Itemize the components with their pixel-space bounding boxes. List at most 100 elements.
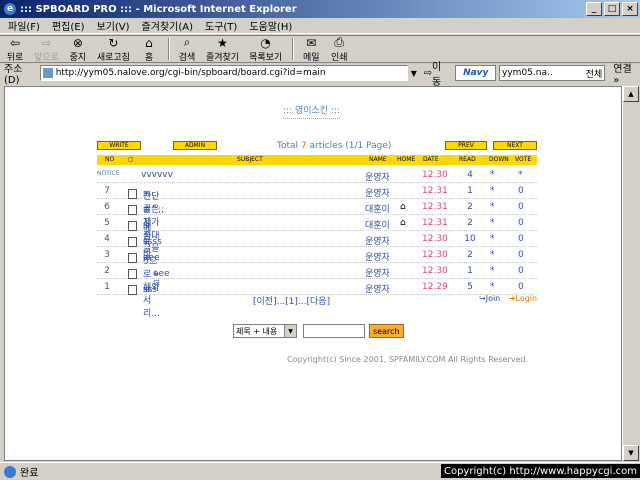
search-row: 제목 + 내용 ▼ search: [233, 324, 404, 338]
header-subject: SUBJECT: [237, 156, 263, 163]
pagination[interactable]: [이전]...[1]...[다음]: [253, 294, 330, 307]
document-icon: [128, 189, 137, 199]
vertical-scrollbar[interactable]: ▲ ▼: [622, 86, 639, 461]
table-row[interactable]: 3 ⊞ eee 운영자 12.30 2 * 0: [97, 247, 537, 263]
address-url: http://yym05.nalove.org/cgi-bin/spboard/…: [55, 68, 326, 78]
write-button[interactable]: WRITE: [97, 141, 141, 150]
window-title: ::: SPBOARD PRO ::: - Microsoft Internet…: [20, 3, 297, 15]
board-title: ::: 영이스킨 :::: [283, 103, 341, 119]
links-button[interactable]: 연결 »: [613, 60, 640, 86]
next-button[interactable]: NEXT: [493, 141, 537, 150]
back-arrow-icon: ⇦: [9, 35, 21, 50]
toolbar-separator: [167, 38, 170, 60]
menu-view[interactable]: 보기(V): [97, 18, 130, 33]
refresh-button[interactable]: ↻ 새로고침: [97, 36, 130, 63]
mail-icon: ✉: [306, 35, 317, 50]
header-date: DATE: [423, 156, 439, 163]
document-icon: [128, 205, 137, 215]
menu-file[interactable]: 파일(F): [8, 18, 40, 33]
header-no: NO: [105, 156, 115, 163]
favorites-button[interactable]: ★ 즐겨찾기: [206, 36, 239, 63]
go-arrow-icon: ⇨: [423, 67, 433, 79]
document-icon: [128, 285, 137, 295]
total-articles: Total 7 articles (1/1 Page): [277, 141, 392, 151]
go-button[interactable]: ⇨ 이동: [424, 58, 450, 88]
forward-button[interactable]: ⇨ 앞으로: [34, 36, 59, 63]
table-header: NO ▢ SUBJECT NAME HOME DATE READ DOWN VO…: [97, 155, 537, 165]
ie-page-icon: [4, 465, 16, 478]
document-icon: [128, 237, 137, 247]
refresh-icon: ↻: [108, 35, 119, 50]
scroll-up-icon[interactable]: ▲: [623, 86, 639, 102]
mail-button[interactable]: ✉ 메일: [302, 36, 320, 63]
search-icon: ⌕: [183, 35, 191, 49]
notice-row[interactable]: NOTICE vvvvvv 운영자 12.30 4 * *: [97, 167, 537, 183]
footer-copyright: Copyright(c) Since 2001, SPFAMILY.COM Al…: [287, 355, 529, 364]
toolbar-separator: [292, 38, 295, 60]
toolbar: ⇦ 뒤로 ⇨ 앞으로 ⊗ 중지 ↻ 새로고침 ⌂ 홈 ⌕ 검색 ★ 즐겨찾기 ◔ 목록보기 ✉ 메…: [0, 35, 640, 63]
header-read: READ: [459, 156, 476, 163]
history-button[interactable]: ◔ 목록보기: [249, 36, 282, 63]
title-bar: e ::: SPBOARD PRO ::: - Microsoft Intern…: [0, 0, 640, 18]
menu-favorites[interactable]: 즐겨찾기(A): [142, 18, 193, 33]
maximize-button[interactable]: □: [604, 2, 620, 16]
menu-edit[interactable]: 편집(E): [52, 18, 85, 33]
notice-label: NOTICE: [97, 170, 120, 177]
stop-button[interactable]: ⊗ 중지: [69, 36, 87, 63]
document-icon: [128, 253, 137, 263]
back-button[interactable]: ⇦ 뒤로: [6, 36, 24, 63]
menu-bar: 파일(F) 편집(E) 보기(V) 즐겨찾기(A) 도구(T) 도움말(H): [0, 18, 640, 34]
table-row[interactable]: 6 ⊞ ^^;; 지송.. 대훈이 ⌂ 12.31 2 * 0: [97, 199, 537, 241]
home-link-icon[interactable]: ⌂: [400, 202, 406, 212]
header-home: HOME: [397, 156, 416, 163]
search-submit-button[interactable]: search: [369, 324, 404, 338]
home-icon: ⌂: [145, 35, 153, 50]
scroll-down-icon[interactable]: ▼: [623, 445, 639, 461]
toolbar-search-input[interactable]: yym05.na.. 전체: [499, 65, 606, 81]
address-dropdown-icon[interactable]: ▼: [408, 65, 420, 81]
chevron-down-icon: ▼: [284, 325, 296, 337]
status-text: 완료: [20, 468, 39, 479]
join-link[interactable]: ↪Join: [479, 294, 500, 303]
forward-arrow-icon: ⇨: [41, 35, 52, 50]
notice-subject[interactable]: vvvvvv: [141, 170, 173, 180]
table-row[interactable]: 1 ⊞ sss 운영자 12.29 5 * 0: [97, 279, 537, 295]
naver-logo[interactable]: Navy: [455, 65, 497, 81]
account-links: ↪Join ➜Login: [479, 294, 537, 303]
home-link-icon[interactable]: ⌂: [400, 218, 406, 228]
address-input[interactable]: http://yym05.nalove.org/cgi-bin/spboard/…: [39, 65, 409, 81]
browser-window: e ::: SPBOARD PRO ::: - Microsoft Intern…: [0, 0, 640, 480]
menu-help[interactable]: 도움말(H): [249, 18, 292, 33]
header-file-icon: ▢: [128, 156, 134, 163]
prev-button[interactable]: PREV: [445, 141, 487, 150]
admin-button[interactable]: ADMIN: [173, 141, 217, 150]
document-icon: [128, 221, 137, 231]
address-label: 주소(D): [4, 64, 23, 86]
search-button[interactable]: ⌕ 검색: [178, 35, 196, 63]
table-row[interactable]: 5 ⊞ 메뉴바.. 대훈이 ⌂ 12.31 2 * 0: [97, 215, 537, 260]
history-icon: ◔: [260, 35, 271, 50]
table-row[interactable]: 7 ⊞ 간단글은 제가 최대글을 0으로 해와서리... 운영자 12.31 1…: [97, 183, 537, 319]
favorites-icon: ★: [217, 35, 228, 50]
address-bar: 주소(D) http://yym05.nalove.org/cgi-bin/sp…: [0, 62, 640, 88]
ie-icon: e: [4, 3, 16, 15]
login-link[interactable]: ➜Login: [509, 294, 537, 303]
header-vote: VOTE: [515, 156, 532, 163]
search-input[interactable]: [303, 324, 365, 338]
minimize-button[interactable]: _: [586, 2, 602, 16]
document-icon: [128, 269, 137, 279]
header-name: NAME: [369, 156, 387, 163]
print-button[interactable]: ⎙ 인쇄: [330, 35, 348, 63]
header-down: DOWN: [489, 156, 509, 163]
stop-icon: ⊗: [72, 35, 83, 50]
page-icon: [42, 68, 53, 78]
table-row[interactable]: 4 ⊞ ssss 운영자 12.30 10 * 0: [97, 231, 537, 247]
close-button[interactable]: ×: [622, 2, 638, 16]
menu-tools[interactable]: 도구(T): [205, 18, 237, 33]
table-row[interactable]: 2 ↳ ⊡ eee 운영자 12.30 1 * 0: [97, 263, 537, 287]
page-content: ::: 영이스킨 ::: WRITE ADMIN Total 7 article…: [4, 86, 622, 461]
copyright-overlay: Copyright(c) http://www.happycgi.com: [440, 464, 640, 478]
home-button[interactable]: ⌂ 홈: [140, 36, 158, 63]
search-type-select[interactable]: 제목 + 내용 ▼: [233, 324, 297, 338]
printer-icon: ⎙: [334, 35, 345, 49]
